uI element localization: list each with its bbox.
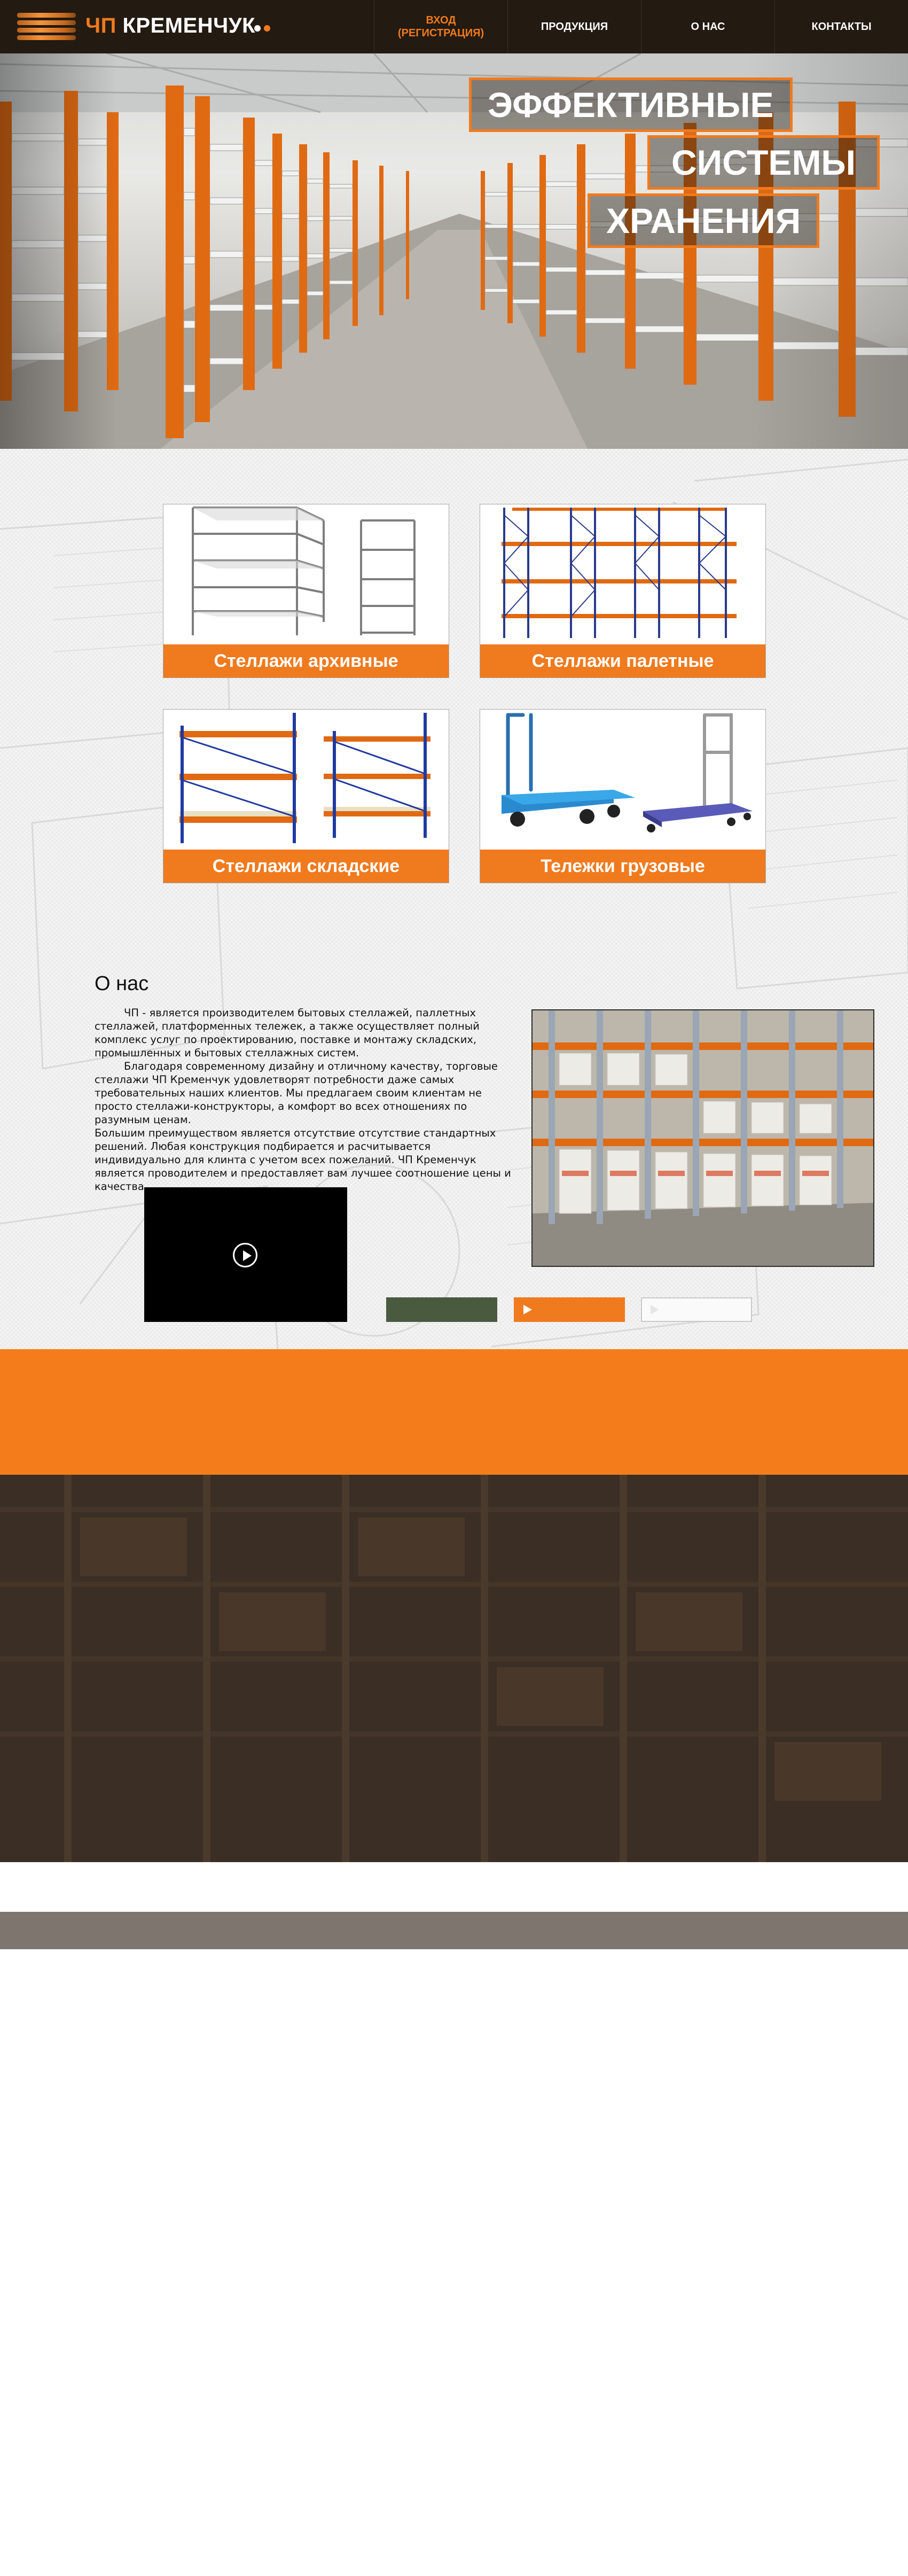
product-label: Стеллажи палетные [480,644,765,678]
play-triangle-icon [651,1305,659,1314]
logo-dots [254,24,273,34]
play-triangle-icon [523,1305,532,1314]
product-card-warehouse[interactable]: Стеллажи складские [163,709,449,883]
archive-shelving-image [192,507,416,635]
slider-button-3[interactable] [641,1297,752,1322]
site-header: ЧП КРЕМЕНЧУК ВХОД (РЕГИСТРАЦИЯ) ПРОДУКЦИ… [0,0,908,53]
orange-band [0,1349,908,1475]
about-paragraph: Большим преимуществом является отсутстви… [95,1127,511,1193]
hero-line-2: СИСТЕМЫ [647,135,880,190]
gray-footer-bar [0,1912,908,1949]
product-card-pallet[interactable]: Стеллажи палетные [480,504,766,678]
about-paragraph: Благодаря современному дизайну и отлично… [95,1060,498,1126]
hero-banner: ЭФФЕКТИВНЫЕ СИСТЕМЫ ХРАНЕНИЯ [0,53,908,449]
slider-button-1[interactable] [386,1297,497,1322]
logo-prefix: ЧП [85,14,116,37]
dark-warehouse-band [0,1475,908,1862]
product-label: Тележки грузовые [480,850,765,883]
logo-name: КРЕМЕНЧУК [122,14,256,37]
hero-line-1: ЭФФЕКТИВНЫЕ [469,77,793,132]
cargo-trolley-image [502,713,753,832]
warehouse-photo [531,1009,874,1267]
video-player[interactable] [144,1187,347,1322]
logo-dot-white [254,25,261,32]
nav-item-about[interactable]: О НАС [641,0,774,53]
about-text: ЧП - является производителем бытовых сте… [95,1006,516,1193]
product-label: Стеллажи архивные [163,644,449,678]
slider-button-2[interactable] [514,1297,625,1322]
warehouse-shelving-image [179,713,430,843]
nav-item-login[interactable]: ВХОД (РЕГИСТРАЦИЯ) [374,0,507,53]
product-card-archive[interactable]: Стеллажи архивные [163,504,449,678]
logo-text[interactable]: ЧП КРЕМЕНЧУК [85,14,255,38]
nav-item-contacts[interactable]: КОНТАКТЫ [774,0,908,53]
play-icon[interactable] [233,1243,257,1267]
about-title: О нас [95,972,149,995]
logo-dot-orange [264,25,270,32]
logo-stripes-icon[interactable] [17,13,76,41]
hero-line-3: ХРАНЕНИЯ [588,193,820,248]
main-nav: ВХОД (РЕГИСТРАЦИЯ) ПРОДУКЦИЯ О НАС КОНТА… [374,0,908,53]
pallet-racking-image [502,508,737,638]
product-card-trolley[interactable]: Тележки грузовые [480,709,766,883]
about-paragraph: ЧП - является производителем бытовых сте… [95,1007,480,1059]
nav-item-products[interactable]: ПРОДУКЦИЯ [507,0,641,53]
product-label: Стеллажи складские [163,850,449,883]
